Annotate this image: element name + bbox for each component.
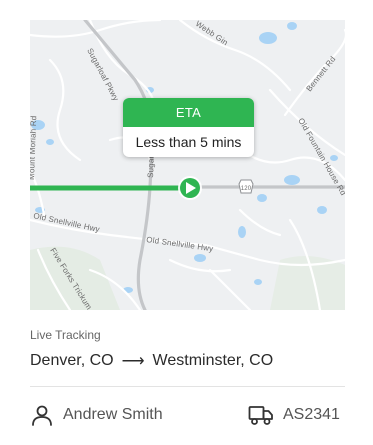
divider [30, 386, 345, 387]
water-body [194, 254, 206, 262]
map-canvas: Sugarloaf Pkwy Webb Gin Bennett Rd Old F… [30, 20, 345, 310]
driver-name: Andrew Smith [63, 406, 163, 423]
tracking-map[interactable]: Sugarloaf Pkwy Webb Gin Bennett Rd Old F… [30, 20, 345, 310]
water-body [287, 22, 297, 30]
water-body [254, 279, 262, 285]
route-destination: Westminster, CO [152, 352, 274, 369]
eta-title: ETA [123, 98, 254, 127]
vehicle-id: AS2341 [283, 406, 340, 423]
truck-icon [248, 406, 273, 425]
live-tracking-card: Sugarloaf Pkwy Webb Gin Bennett Rd Old F… [0, 0, 373, 445]
driver-info: Andrew Smith [30, 403, 163, 427]
svg-text:120: 120 [241, 186, 252, 192]
water-body [259, 32, 277, 44]
vehicle-position-marker[interactable] [178, 176, 202, 200]
water-body [330, 155, 338, 161]
route-summary: Denver, CO ⟶ Westminster, CO [30, 351, 273, 371]
long-arrow-right-icon: ⟶ [121, 353, 145, 370]
eta-popup: ETA Less than 5 mins [123, 98, 254, 157]
route-origin: Denver, CO [30, 352, 114, 369]
eta-value: Less than 5 mins [135, 134, 242, 150]
user-icon [32, 405, 52, 426]
water-body [284, 175, 300, 185]
water-body [46, 139, 54, 145]
vehicle-info: AS2341 [248, 403, 340, 427]
highway-shield-icon: 120 [238, 179, 254, 194]
water-body [257, 194, 267, 202]
water-body [317, 206, 327, 214]
live-tracking-label: Live Tracking [30, 328, 101, 342]
water-body [238, 226, 246, 238]
